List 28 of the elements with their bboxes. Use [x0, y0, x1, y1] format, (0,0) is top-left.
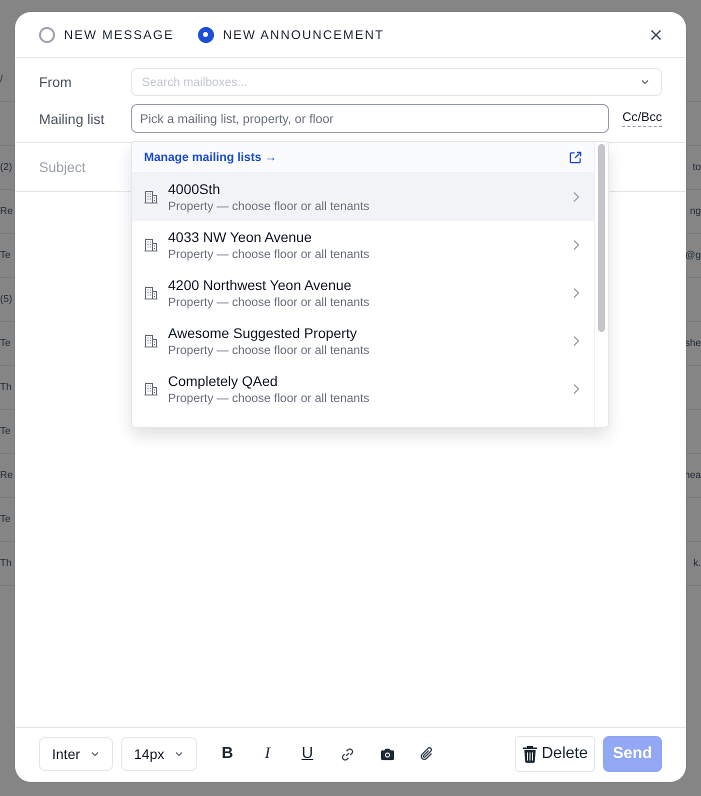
- background-text: /: [0, 74, 3, 85]
- property-name: 4200 Northwest Yeon Avenue: [168, 277, 352, 293]
- background-text: Th: [0, 558, 12, 569]
- property-description: Property — choose floor or all tenants: [168, 391, 370, 405]
- property-description: Property — choose floor or all tenants: [168, 247, 370, 261]
- background-text: Th: [0, 382, 12, 393]
- property-description: Property — choose floor or all tenants: [168, 295, 370, 309]
- property-name: 4000Sth: [168, 181, 222, 197]
- background-text: ng: [690, 206, 701, 217]
- from-label: From: [39, 74, 73, 90]
- background-text: Te: [0, 514, 11, 525]
- background-text: @g: [685, 250, 701, 261]
- background-text: (2): [0, 162, 12, 173]
- background-text: Te: [0, 338, 11, 349]
- property-description: Property — choose floor or all tenants: [168, 343, 370, 357]
- mailing-list-label: Mailing list: [39, 110, 106, 126]
- background-text: Te: [0, 426, 11, 437]
- property-name: 4033 NW Yeon Avenue: [168, 229, 313, 245]
- background-text: (5): [0, 294, 12, 305]
- background-text: Te: [0, 250, 11, 261]
- property-description: Property — choose floor or all tenants: [168, 199, 370, 213]
- background-text: to: [692, 162, 701, 173]
- background-text: k.: [693, 558, 701, 569]
- property-name: Awesome Suggested Property: [168, 325, 358, 341]
- background-text: Re: [0, 470, 13, 481]
- background-text: Re: [0, 206, 13, 217]
- background-text: she: [684, 338, 701, 349]
- property-name: Completely QAed: [168, 373, 279, 389]
